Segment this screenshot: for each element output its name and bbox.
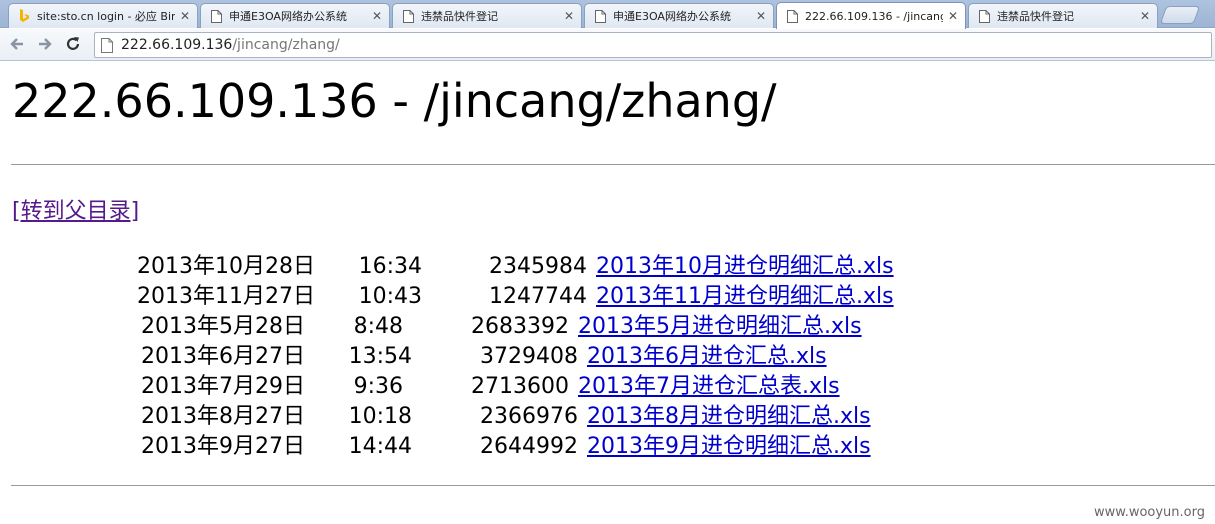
file-row: 2013年10月28日 16:34 2345984 2013年10月进仓明细汇总… [0,252,1215,282]
page-icon [401,9,415,23]
page-icon [101,37,113,53]
close-icon[interactable]: ✕ [755,9,767,23]
bottom-divider [11,485,1215,486]
close-icon[interactable]: ✕ [947,9,959,23]
tab-title: 违禁品快件登记 [421,10,498,23]
watermark: www.wooyun.org [1093,505,1205,520]
file-link[interactable]: 2013年10月进仓明细汇总.xls [596,252,894,282]
file-size: 1247744 [489,284,587,309]
page-icon [209,9,223,23]
file-link[interactable]: 2013年11月进仓明细汇总.xls [596,282,894,312]
file-time: 10:43 [358,284,422,309]
file-date: 2013年7月29日 [141,374,305,399]
file-time: 14:44 [348,434,412,459]
address-path: /jincang/zhang/ [232,37,340,53]
new-tab-button[interactable] [1159,6,1201,24]
file-date: 2013年9月27日 [141,434,305,459]
file-size: 3729408 [480,344,578,369]
page-icon [593,9,607,23]
tab-e3oa-2[interactable]: 申通E3OA网络办公系统 ✕ [584,3,774,28]
file-row: 2013年8月27日 10:18 2366976 2013年8月进仓明细汇总.x… [0,402,1215,432]
file-row: 2013年5月28日 8:48 2683392 2013年5月进仓明细汇总.xl… [0,312,1215,342]
parent-directory-link[interactable]: [转到父目录] [12,193,139,225]
address-bar[interactable]: 222.66.109.136/jincang/zhang/ [94,32,1212,58]
back-arrow-icon[interactable] [6,33,28,55]
tab-e3oa-1[interactable]: 申通E3OA网络办公系统 ✕ [200,3,390,28]
page-icon [977,9,991,23]
file-listing: 2013年10月28日 16:34 2345984 2013年10月进仓明细汇总… [0,252,1215,462]
close-icon[interactable]: ✕ [1139,9,1151,23]
file-date: 2013年11月27日 [137,284,315,309]
tab-title: 申通E3OA网络办公系统 [613,10,731,23]
bing-icon [17,9,31,23]
tab-title: 222.66.109.136 - /jincang/zhang/ [805,9,943,23]
toolbar: 222.66.109.136/jincang/zhang/ [0,29,1215,61]
file-link[interactable]: 2013年7月进仓汇总表.xls [578,372,840,402]
file-row: 2013年7月29日 9:36 2713600 2013年7月进仓汇总表.xls [0,372,1215,402]
file-link[interactable]: 2013年9月进仓明细汇总.xls [587,432,871,462]
file-size: 2366976 [480,404,578,429]
file-time: 10:18 [348,404,412,429]
tab-directory-listing[interactable]: 222.66.109.136 - /jincang/zhang/ ✕ [776,2,966,29]
page-title: 222.66.109.136 - /jincang/zhang/ [12,74,777,128]
file-time: 8:48 [353,314,403,339]
file-row: 2013年9月27日 14:44 2644992 2013年9月进仓明细汇总.x… [0,432,1215,462]
file-link[interactable]: 2013年5月进仓明细汇总.xls [578,312,862,342]
file-size: 2713600 [471,374,569,399]
file-size: 2345984 [489,254,587,279]
file-row: 2013年6月27日 13:54 3729408 2013年6月进仓汇总.xls [0,342,1215,372]
file-link[interactable]: 2013年8月进仓明细汇总.xls [587,402,871,432]
file-time: 16:34 [358,254,422,279]
tab-contraband-2[interactable]: 违禁品快件登记 ✕ [968,3,1158,28]
file-date: 2013年6月27日 [141,344,305,369]
close-icon[interactable]: ✕ [179,9,191,23]
page-content: 222.66.109.136 - /jincang/zhang/ [转到父目录]… [0,62,1215,524]
tab-title: 申通E3OA网络办公系统 [229,10,347,23]
file-size: 2644992 [480,434,578,459]
close-icon[interactable]: ✕ [563,9,575,23]
close-icon[interactable]: ✕ [371,9,383,23]
file-link[interactable]: 2013年6月进仓汇总.xls [587,342,827,372]
top-divider [11,164,1215,165]
tab-title: site:sto.cn login - 必应 Bing [37,10,175,23]
file-date: 2013年10月28日 [137,254,315,279]
reload-icon[interactable] [62,33,84,55]
file-size: 2683392 [471,314,569,339]
file-date: 2013年5月28日 [141,314,305,339]
tab-strip: site:sto.cn login - 必应 Bing ✕ 申通E3OA网络办公… [0,0,1215,29]
tab-title: 违禁品快件登记 [997,10,1074,23]
forward-arrow-icon[interactable] [34,33,56,55]
file-time: 13:54 [348,344,412,369]
file-time: 9:36 [353,374,403,399]
tab-bing-search[interactable]: site:sto.cn login - 必应 Bing ✕ [8,3,198,28]
tab-contraband-1[interactable]: 违禁品快件登记 ✕ [392,3,582,28]
file-row: 2013年11月27日 10:43 1247744 2013年11月进仓明细汇总… [0,282,1215,312]
address-host: 222.66.109.136 [121,37,233,53]
page-icon [785,9,799,23]
file-date: 2013年8月27日 [141,404,305,429]
